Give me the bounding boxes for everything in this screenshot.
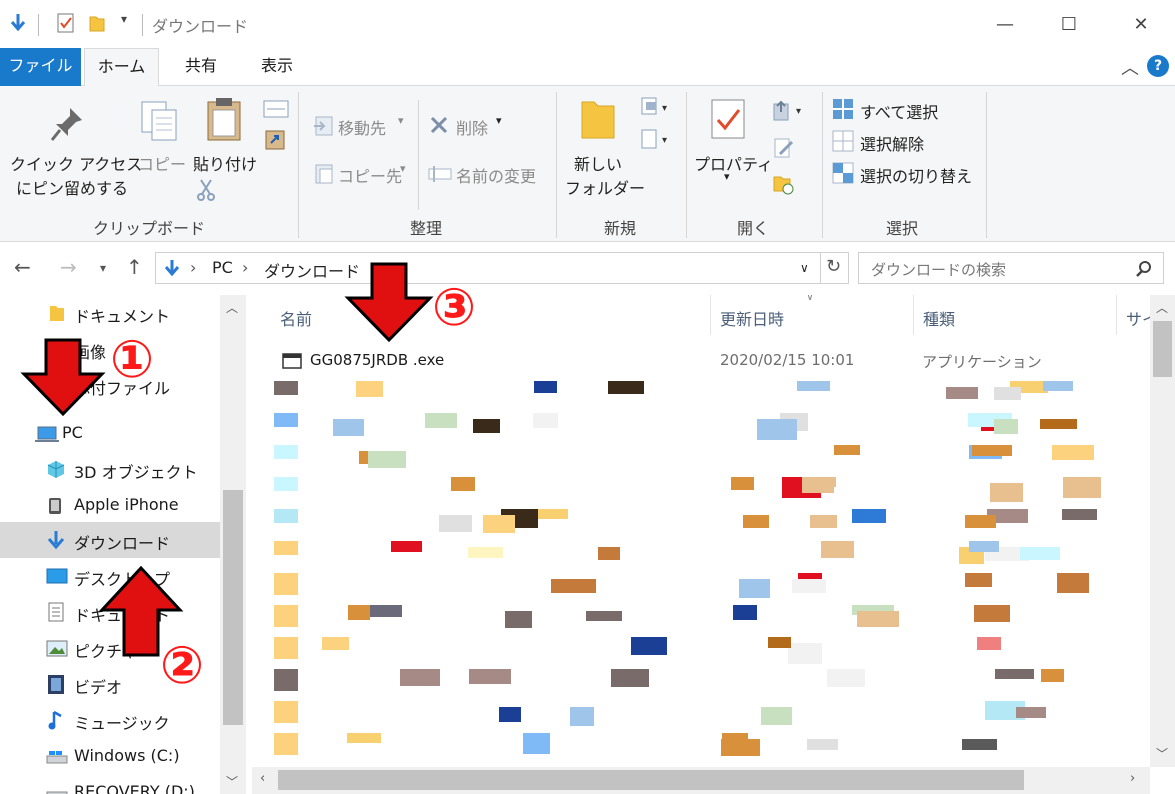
down-arrow-annotation [20, 338, 106, 417]
down-arrow-annotation [344, 262, 434, 343]
annotation-two: ② [160, 636, 205, 696]
annotation-three: ③ [432, 278, 477, 338]
annotation-one: ① [110, 330, 155, 390]
